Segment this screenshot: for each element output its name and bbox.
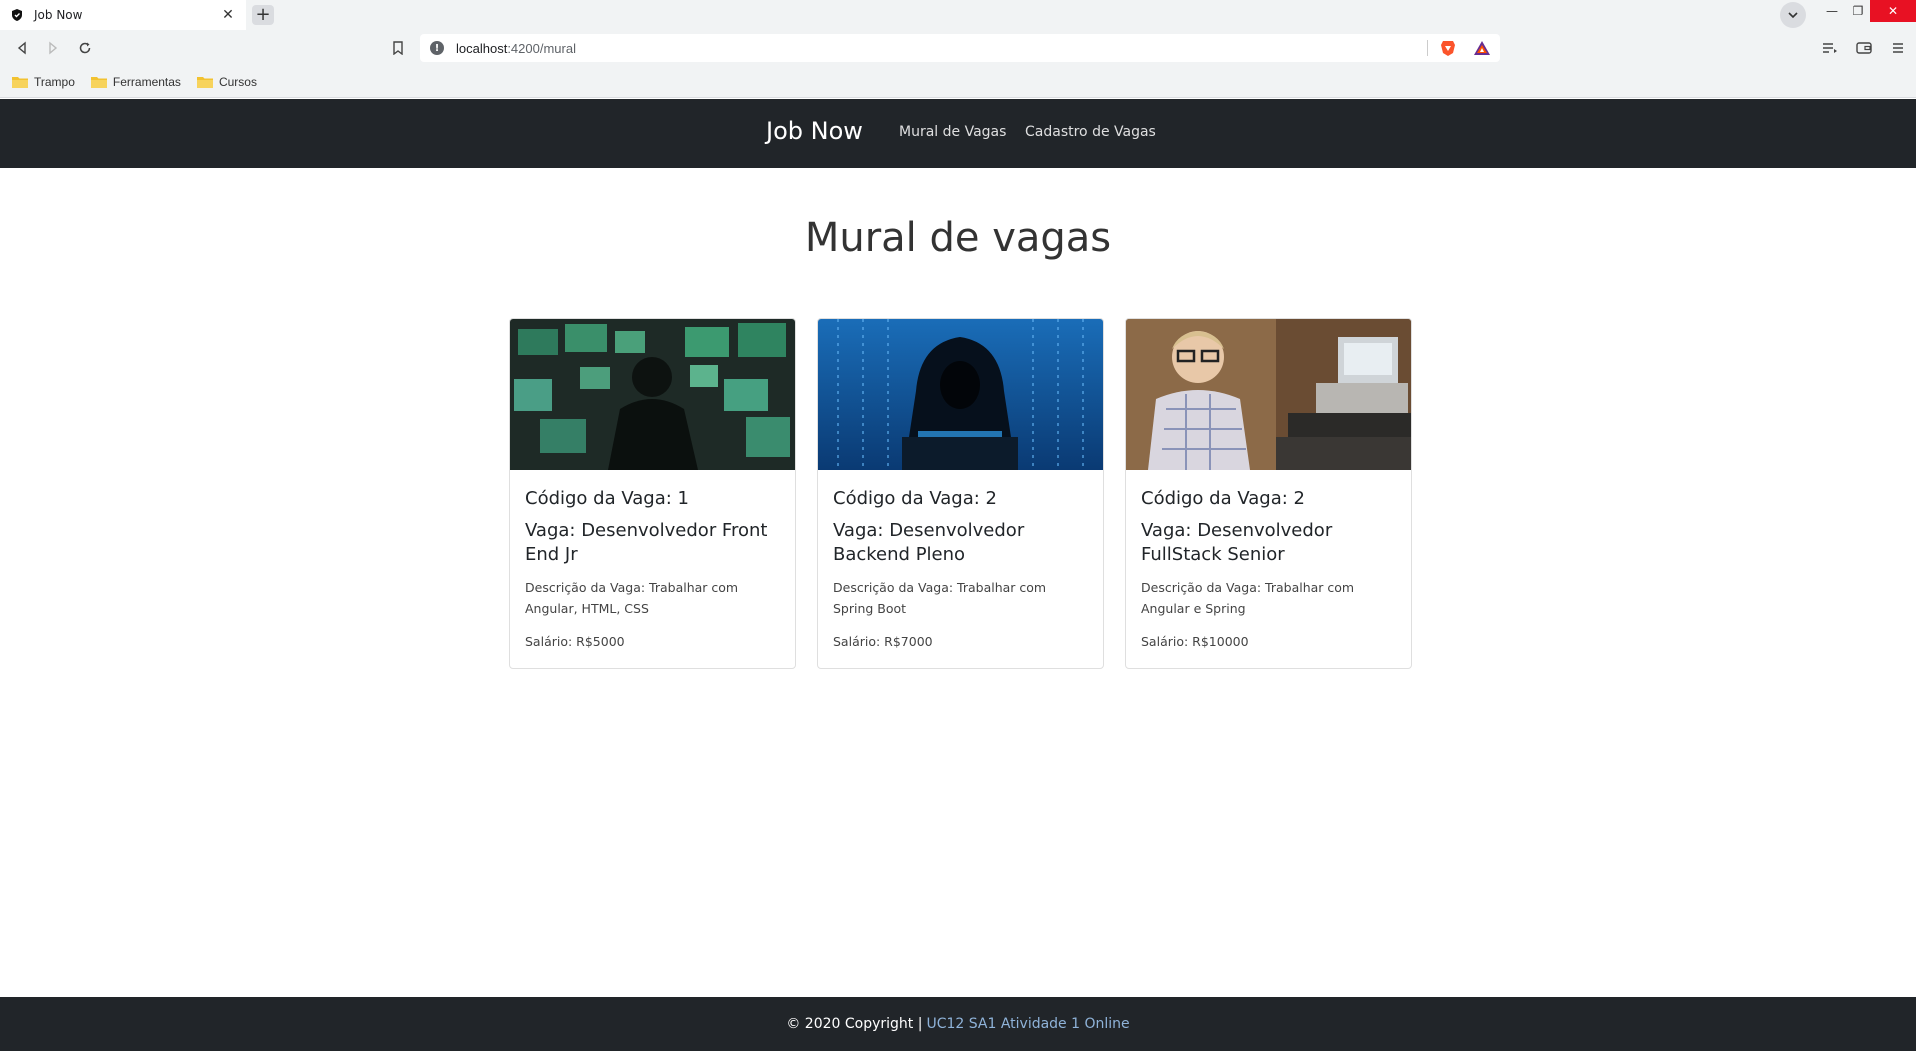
retro-computer-nerd-photo (1126, 319, 1411, 470)
brand-logo-text[interactable]: Job Now (766, 117, 863, 145)
job-salary: Salário: R$5000 (525, 634, 625, 649)
job-salary: Salário: R$7000 (833, 634, 933, 649)
job-card-body: Código da Vaga: 2 Vaga: Desenvolvedor Ba… (818, 470, 1103, 649)
menu-button[interactable] (1888, 38, 1908, 58)
hacker-monitors-illustration (510, 319, 795, 470)
bookmark-folder-trampo[interactable]: Trampo (12, 75, 75, 89)
nav-link-cadastro-de-vagas[interactable]: Cadastro de Vagas (1025, 124, 1156, 140)
back-button[interactable] (12, 38, 32, 58)
job-card-image (818, 319, 1103, 470)
tab-search-button[interactable] (1780, 2, 1806, 28)
window-close-button[interactable]: ✕ (1870, 0, 1916, 22)
rewards-triangle-icon (1474, 41, 1490, 55)
brave-shields-button[interactable] (1438, 38, 1458, 58)
job-card-image (1126, 319, 1411, 470)
page-title: Mural de vagas (804, 215, 1112, 261)
bookmarks-bar: Trampo Ferramentas Cursos (0, 66, 1916, 98)
job-title: Vaga: Desenvolvedor Backend Pleno (833, 520, 1025, 565)
job-code: Código da Vaga: 2 (1141, 488, 1305, 509)
job-title: Vaga: Desenvolvedor Front End Jr (525, 520, 768, 565)
job-card-body: Código da Vaga: 2 Vaga: Desenvolvedor Fu… (1126, 470, 1411, 649)
back-arrow-icon (17, 41, 26, 55)
job-card-body: Código da Vaga: 1 Vaga: Desenvolvedor Fr… (510, 470, 795, 649)
reload-icon (79, 42, 91, 54)
job-cards-grid: Código da Vaga: 1 Vaga: Desenvolvedor Fr… (509, 318, 1412, 670)
bookmark-folder-ferramentas[interactable]: Ferramentas (90, 74, 181, 89)
job-card: Código da Vaga: 2 Vaga: Desenvolvedor Fu… (1125, 318, 1412, 669)
bookmark-label: Ferramentas (112, 74, 181, 89)
browser-tabstrip: Job Now ✕ + — ❐ ✕ (0, 0, 1916, 30)
omnibox-separator (1427, 40, 1428, 56)
job-description: Descrição da Vaga: Trabalhar com Angular… (525, 580, 739, 616)
footer-link[interactable]: UC12 SA1 Atividade 1 Online (926, 1016, 1129, 1032)
wallet-button[interactable] (1854, 38, 1874, 58)
job-code: Código da Vaga: 1 (525, 488, 689, 509)
bookmark-page-button[interactable] (388, 38, 408, 58)
bookmark-label: Trampo (34, 74, 75, 89)
tab-close-icon[interactable]: ✕ (220, 7, 236, 23)
page-footer: © 2020 Copyright | UC12 SA1 Atividade 1 … (0, 997, 1916, 1051)
bookmark-folder-cursos[interactable]: Cursos (196, 74, 257, 89)
browser-tab[interactable]: Job Now ✕ (0, 0, 246, 30)
brave-rewards-button[interactable] (1472, 38, 1492, 58)
tab-title: Job Now (34, 8, 83, 22)
job-code: Código da Vaga: 2 (833, 488, 997, 509)
job-card: Código da Vaga: 2 Vaga: Desenvolvedor Ba… (817, 318, 1104, 669)
app-navbar: Job Now Mural de Vagas Cadastro de Vagas (0, 99, 1916, 168)
new-tab-button[interactable]: + (252, 5, 274, 25)
hooded-hacker-illustration (818, 319, 1103, 470)
forward-button[interactable] (43, 38, 63, 58)
wallet-icon (1856, 42, 1872, 54)
brave-lion-icon (1441, 41, 1455, 56)
url-host: localhost (456, 40, 508, 56)
hamburger-menu-icon (1893, 43, 1903, 53)
bookmark-icon (393, 41, 403, 55)
job-title: Vaga: Desenvolvedor FullStack Senior (1141, 520, 1333, 565)
url-text: localhost:4200/mural (456, 41, 576, 56)
forward-arrow-icon (49, 41, 58, 55)
job-card: Código da Vaga: 1 Vaga: Desenvolvedor Fr… (509, 318, 796, 669)
folder-icon (90, 76, 107, 88)
job-card-image (510, 319, 795, 470)
footer-copyright: © 2020 Copyright | (786, 1016, 923, 1032)
job-description: Descrição da Vaga: Trabalhar com Spring … (833, 580, 1047, 616)
playlist-button[interactable] (1820, 38, 1840, 58)
folder-icon (196, 76, 213, 88)
playlist-icon (1823, 43, 1837, 53)
address-bar[interactable]: ! localhost:4200/mural (420, 34, 1500, 62)
folder-icon (12, 76, 28, 88)
reload-button[interactable] (75, 38, 95, 58)
job-salary: Salário: R$10000 (1141, 634, 1249, 649)
chevron-down-icon (1788, 12, 1798, 19)
url-path: :4200/mural (507, 40, 576, 56)
bookmark-label: Cursos (218, 74, 257, 89)
nav-link-mural-de-vagas[interactable]: Mural de Vagas (899, 124, 1006, 140)
job-description: Descrição da Vaga: Trabalhar com Angular… (1141, 580, 1355, 616)
site-info-icon[interactable]: ! (430, 41, 444, 55)
shield-favicon-icon (12, 9, 22, 21)
browser-toolbar: ! localhost:4200/mural (0, 30, 1916, 66)
